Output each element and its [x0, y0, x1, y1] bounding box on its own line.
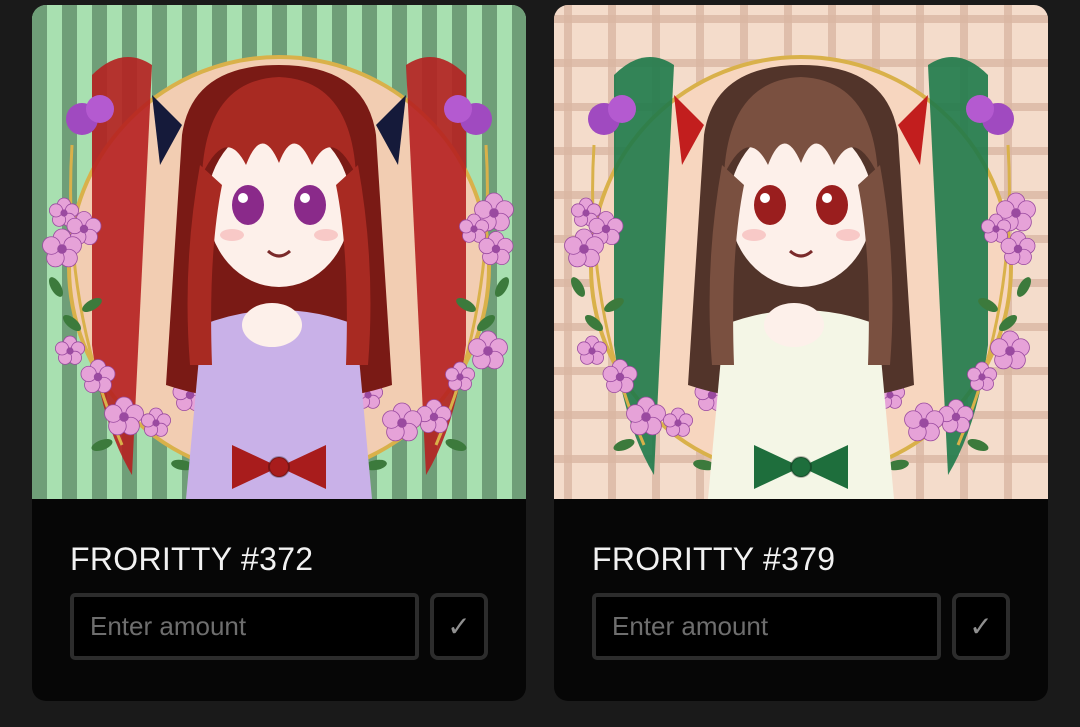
- checkmark-icon: ✓: [969, 610, 993, 643]
- checkmark-icon: ✓: [447, 610, 471, 643]
- amount-input[interactable]: [592, 593, 941, 660]
- amount-input[interactable]: [70, 593, 419, 660]
- nft-card: FRORITTY #379 ✓: [554, 5, 1048, 701]
- nft-card: FRORITTY #372 ✓: [32, 5, 526, 701]
- confirm-button[interactable]: ✓: [952, 593, 1010, 660]
- confirm-button[interactable]: ✓: [430, 593, 488, 660]
- nft-title: FRORITTY #379: [592, 541, 836, 577]
- nft-artwork[interactable]: [32, 5, 526, 499]
- nft-title: FRORITTY #372: [70, 541, 314, 577]
- nft-artwork[interactable]: [554, 5, 1048, 499]
